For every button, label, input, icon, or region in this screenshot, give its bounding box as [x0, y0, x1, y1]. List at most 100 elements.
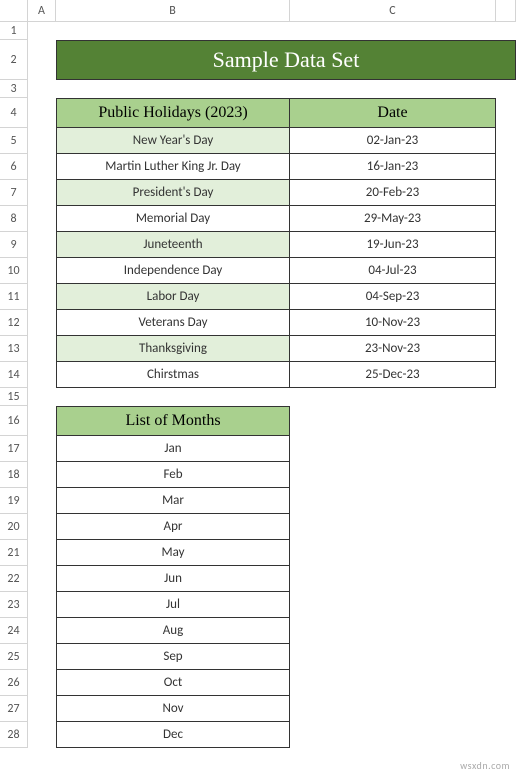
row-header[interactable]: 20 — [0, 514, 28, 540]
cell[interactable] — [496, 206, 516, 232]
holiday-name-cell[interactable]: New Year's Day — [56, 128, 290, 154]
month-cell[interactable]: Jun — [56, 566, 290, 592]
row-header[interactable]: 19 — [0, 488, 28, 514]
months-header[interactable]: List of Months — [56, 406, 290, 436]
holiday-date-cell[interactable]: 04-Sep-23 — [290, 284, 496, 310]
cell[interactable] — [28, 462, 56, 488]
holiday-date-cell[interactable]: 04-Jul-23 — [290, 258, 496, 284]
cell[interactable] — [496, 618, 516, 644]
cell[interactable] — [290, 540, 496, 566]
cell[interactable] — [290, 696, 496, 722]
holiday-date-cell[interactable]: 29-May-23 — [290, 206, 496, 232]
cell[interactable] — [496, 592, 516, 618]
row-header[interactable]: 8 — [0, 206, 28, 232]
row-header[interactable]: 11 — [0, 284, 28, 310]
cell[interactable] — [28, 22, 56, 40]
row-header[interactable]: 9 — [0, 232, 28, 258]
cell[interactable] — [28, 540, 56, 566]
cell[interactable] — [496, 670, 516, 696]
month-cell[interactable]: May — [56, 540, 290, 566]
holidays-header-name[interactable]: Public Holidays (2023) — [56, 98, 290, 128]
row-header[interactable]: 15 — [0, 388, 28, 406]
cell[interactable] — [28, 284, 56, 310]
row-header[interactable]: 1 — [0, 22, 28, 40]
holiday-name-cell[interactable]: Veterans Day — [56, 310, 290, 336]
cell[interactable] — [28, 388, 56, 406]
row-header[interactable]: 23 — [0, 592, 28, 618]
cell[interactable] — [56, 22, 290, 40]
month-cell[interactable]: Feb — [56, 462, 290, 488]
cell[interactable] — [290, 566, 496, 592]
cell[interactable] — [496, 514, 516, 540]
row-header[interactable]: 27 — [0, 696, 28, 722]
select-all-corner[interactable] — [0, 0, 28, 22]
cell[interactable] — [28, 362, 56, 388]
month-cell[interactable]: Aug — [56, 618, 290, 644]
cell[interactable] — [290, 514, 496, 540]
cell[interactable] — [28, 514, 56, 540]
cell[interactable] — [28, 566, 56, 592]
row-header[interactable]: 13 — [0, 336, 28, 362]
holiday-name-cell[interactable]: Thanksgiving — [56, 336, 290, 362]
cell[interactable] — [496, 436, 516, 462]
cell[interactable] — [496, 284, 516, 310]
month-cell[interactable]: Jan — [56, 436, 290, 462]
cell[interactable] — [496, 362, 516, 388]
cell[interactable] — [28, 206, 56, 232]
page-title[interactable]: Sample Data Set — [56, 40, 516, 80]
row-header[interactable]: 12 — [0, 310, 28, 336]
cell[interactable] — [28, 436, 56, 462]
row-header[interactable]: 18 — [0, 462, 28, 488]
cell[interactable] — [28, 128, 56, 154]
cell[interactable] — [496, 310, 516, 336]
row-header[interactable]: 22 — [0, 566, 28, 592]
cell[interactable] — [28, 80, 56, 98]
row-header[interactable]: 5 — [0, 128, 28, 154]
col-header-d[interactable] — [496, 0, 516, 22]
cell[interactable] — [28, 336, 56, 362]
col-header-b[interactable]: B — [56, 0, 290, 22]
holiday-date-cell[interactable]: 10-Nov-23 — [290, 310, 496, 336]
row-header[interactable]: 17 — [0, 436, 28, 462]
cell[interactable] — [56, 80, 290, 98]
cell[interactable] — [496, 488, 516, 514]
cell[interactable] — [290, 80, 496, 98]
cell[interactable] — [496, 98, 516, 128]
cell[interactable] — [496, 540, 516, 566]
holiday-name-cell[interactable]: Labor Day — [56, 284, 290, 310]
cell[interactable] — [496, 406, 516, 436]
month-cell[interactable]: Apr — [56, 514, 290, 540]
month-cell[interactable]: Mar — [56, 488, 290, 514]
cell[interactable] — [290, 436, 496, 462]
holiday-date-cell[interactable]: 02-Jan-23 — [290, 128, 496, 154]
row-header[interactable]: 24 — [0, 618, 28, 644]
cell[interactable] — [28, 40, 56, 80]
month-cell[interactable]: Sep — [56, 644, 290, 670]
cell[interactable] — [496, 180, 516, 206]
row-header[interactable]: 10 — [0, 258, 28, 284]
cell[interactable] — [28, 258, 56, 284]
row-header[interactable]: 6 — [0, 154, 28, 180]
row-header[interactable]: 25 — [0, 644, 28, 670]
cell[interactable] — [496, 336, 516, 362]
holiday-name-cell[interactable]: Chirstmas — [56, 362, 290, 388]
cell[interactable] — [28, 180, 56, 206]
cell[interactable] — [496, 128, 516, 154]
cell[interactable] — [56, 388, 290, 406]
holiday-name-cell[interactable]: Juneteenth — [56, 232, 290, 258]
row-header[interactable]: 14 — [0, 362, 28, 388]
cell[interactable] — [496, 462, 516, 488]
holidays-header-date[interactable]: Date — [290, 98, 496, 128]
month-cell[interactable]: Oct — [56, 670, 290, 696]
cell[interactable] — [290, 488, 496, 514]
cell[interactable] — [496, 258, 516, 284]
row-header[interactable]: 4 — [0, 98, 28, 128]
holiday-name-cell[interactable]: Independence Day — [56, 258, 290, 284]
row-header[interactable]: 2 — [0, 40, 28, 80]
holiday-name-cell[interactable]: President's Day — [56, 180, 290, 206]
cell[interactable] — [28, 98, 56, 128]
month-cell[interactable]: Jul — [56, 592, 290, 618]
cell[interactable] — [290, 462, 496, 488]
cell[interactable] — [496, 232, 516, 258]
col-header-c[interactable]: C — [290, 0, 496, 22]
